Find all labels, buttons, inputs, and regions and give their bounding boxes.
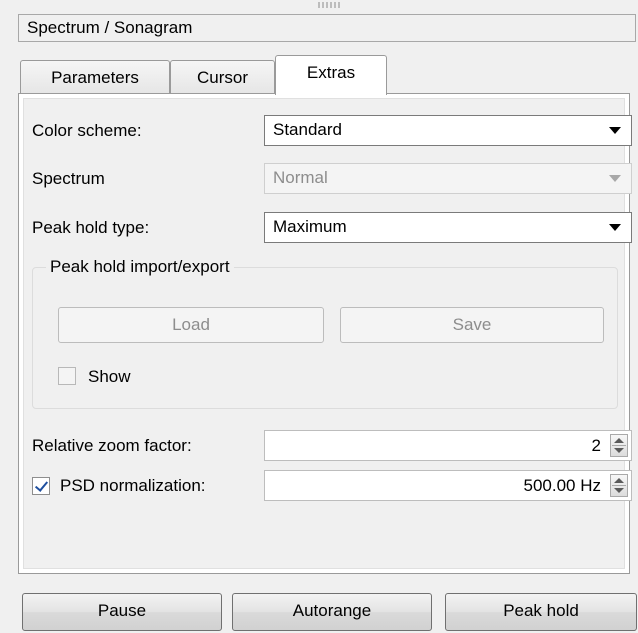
- spin-arrows[interactable]: [610, 474, 628, 497]
- show-checkbox[interactable]: [58, 367, 76, 385]
- chevron-down-icon: [609, 127, 621, 134]
- tab-cursor[interactable]: Cursor: [170, 60, 275, 93]
- spectrum-label: Spectrum: [32, 169, 105, 188]
- load-button[interactable]: Load: [58, 307, 324, 343]
- dock-grip[interactable]: [318, 2, 340, 8]
- psd-normalization-checkbox[interactable]: [32, 477, 50, 495]
- color-scheme-dropdown[interactable]: Standard: [264, 115, 632, 146]
- color-scheme-label: Color scheme:: [32, 121, 142, 140]
- pause-button[interactable]: Pause: [22, 593, 222, 631]
- spin-down-icon[interactable]: [614, 448, 624, 453]
- spectrum-value: Normal: [273, 168, 328, 187]
- extras-content: Color scheme: Standard Spectrum Normal P…: [23, 98, 632, 569]
- spin-arrows[interactable]: [610, 434, 628, 457]
- save-button[interactable]: Save: [340, 307, 604, 343]
- peak-hold-type-value: Maximum: [273, 217, 347, 236]
- panel-title: Spectrum / Sonagram: [18, 14, 636, 42]
- show-label: Show: [88, 367, 131, 386]
- spin-up-icon[interactable]: [614, 438, 624, 443]
- psd-normalization-spinbox[interactable]: 500.00 Hz: [264, 470, 632, 501]
- peak-hold-type-label: Peak hold type:: [32, 218, 150, 237]
- peak-hold-button[interactable]: Peak hold: [445, 593, 637, 631]
- psd-normalization-value: 500.00 Hz: [523, 476, 602, 495]
- peak-hold-io-title: Peak hold import/export: [46, 257, 234, 277]
- tab-parameters[interactable]: Parameters: [20, 60, 170, 93]
- spin-up-icon[interactable]: [614, 478, 624, 483]
- extras-tab-pane: Color scheme: Standard Spectrum Normal P…: [18, 93, 632, 574]
- spectrum-dropdown: Normal: [264, 163, 632, 194]
- spin-down-icon[interactable]: [614, 488, 624, 493]
- color-scheme-value: Standard: [273, 120, 342, 139]
- autorange-button[interactable]: Autorange: [232, 593, 432, 631]
- chevron-down-icon: [609, 224, 621, 231]
- psd-normalization-label: PSD normalization:: [60, 476, 206, 495]
- peak-hold-type-dropdown[interactable]: Maximum: [264, 212, 632, 243]
- relative-zoom-spinbox[interactable]: 2: [264, 430, 632, 461]
- relative-zoom-value: 2: [591, 436, 601, 455]
- tab-extras[interactable]: Extras: [275, 55, 387, 95]
- relative-zoom-label: Relative zoom factor:: [32, 436, 192, 455]
- chevron-down-icon: [609, 175, 621, 182]
